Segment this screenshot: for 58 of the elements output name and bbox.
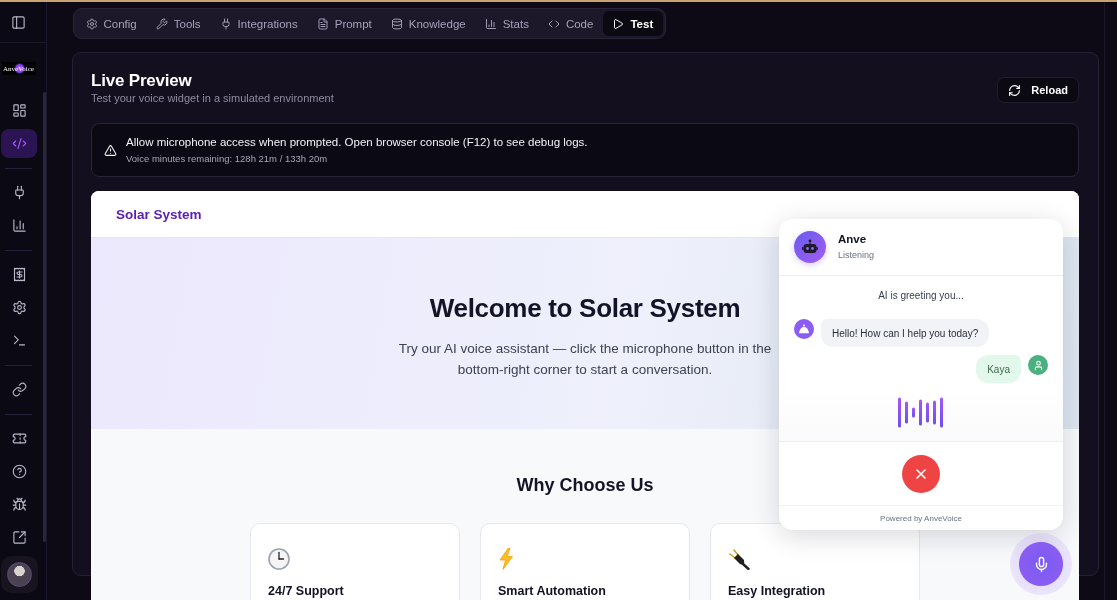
avatar: [7, 562, 32, 587]
feature-title: Smart Automation: [498, 584, 607, 598]
bar-chart-icon: [484, 17, 497, 30]
hero-text: Try our AI voice assistant — click the microphone button in the bottom-right corner to start a conversation.: [397, 340, 773, 379]
features-title: Why Choose Us: [515, 474, 655, 496]
sound-wave-icon: [897, 397, 945, 428]
end-call-button[interactable]: [902, 454, 940, 493]
settings-icon: [11, 300, 27, 315]
user-icon: [1028, 355, 1048, 375]
tab[interactable]: Config: [76, 11, 147, 36]
wrench-icon: [155, 17, 168, 30]
receipt-icon: [11, 267, 27, 282]
alert-message: Allow microphone access when prompted. Open browser console (F12) to see debug logs.: [126, 135, 588, 150]
agent-name: Anve: [838, 233, 868, 246]
message-bubble: Hello! How can I help you today?: [821, 319, 990, 347]
robot-icon: [794, 231, 826, 263]
external-link-icon: [11, 530, 27, 545]
powered-by-text: Powered by AnveVoice: [880, 513, 962, 523]
page-title: Live Preview: [91, 71, 193, 91]
warning-icon: [104, 143, 117, 157]
bug-icon: [11, 497, 27, 512]
tab[interactable]: Prompt: [307, 11, 382, 36]
link-icon: [11, 382, 27, 397]
document-icon: [316, 17, 329, 30]
bell-icon: [794, 319, 814, 339]
clock-icon: [268, 548, 290, 570]
ticket-icon: [11, 431, 27, 446]
site-brand: Solar System: [116, 206, 202, 222]
profile-button[interactable]: [1, 556, 38, 593]
lightning-icon: [498, 548, 514, 570]
plug-icon: [219, 17, 232, 30]
plug-icon: [728, 548, 750, 570]
refresh-icon: [1008, 83, 1022, 97]
terminal-icon: [11, 333, 27, 348]
tab[interactable]: Test: [602, 11, 663, 36]
tab[interactable]: Knowledge: [381, 11, 476, 36]
alert-detail: Voice minutes remaining: 128h 21m / 133h 20m: [126, 153, 329, 165]
message-bubble: Kaya: [976, 355, 1021, 383]
help-icon: [11, 464, 27, 479]
tab[interactable]: Code: [538, 11, 603, 36]
database-icon: [390, 17, 403, 30]
tab[interactable]: Stats: [475, 11, 539, 36]
sidebar-toggle-icon: [11, 14, 26, 30]
tab[interactable]: Tools: [146, 11, 211, 36]
feature-title: 24/7 Support: [268, 584, 345, 598]
play-icon: [612, 17, 625, 30]
reload-button[interactable]: Reload: [997, 77, 1079, 103]
code-icon: [11, 136, 27, 151]
bar-chart-icon: [11, 218, 27, 233]
scrollbar-thumb[interactable]: [43, 92, 46, 542]
settings-icon: [85, 17, 98, 30]
hero-title: Welcome to Solar System: [429, 292, 741, 324]
agent-status: Listening: [838, 250, 875, 261]
tab[interactable]: Integrations: [210, 11, 308, 36]
greeting-notice: AI is greeting you...: [878, 290, 964, 302]
feature-title: Easy Integration: [728, 584, 827, 598]
page-subtitle: Test your voice widget in a simulated environment: [91, 91, 334, 105]
dashboard-icon: [11, 103, 27, 118]
